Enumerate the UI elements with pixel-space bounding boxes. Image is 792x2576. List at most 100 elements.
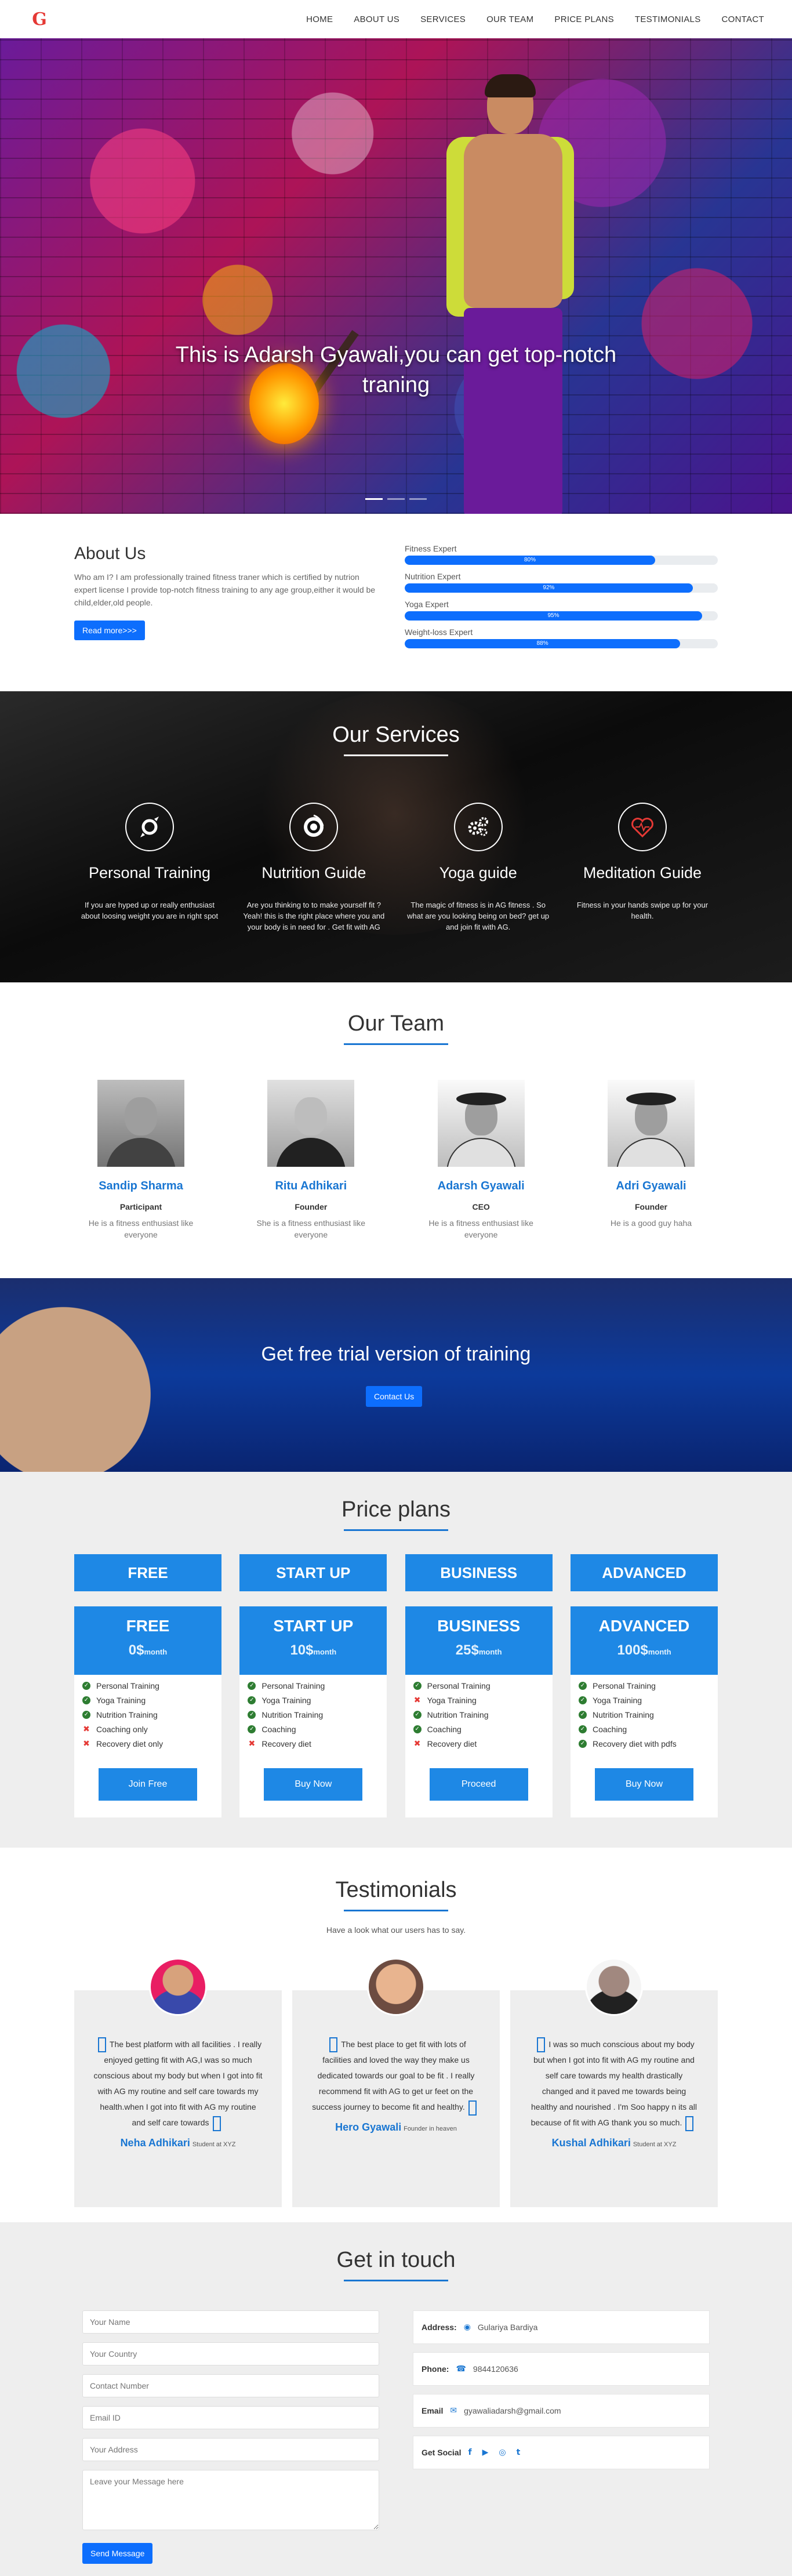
testimonials-section: Testimonials Have a look what our users … [0,1848,792,2222]
nav-link-about[interactable]: ABOUT US [354,14,399,24]
skill-progress-bar: 88% [405,639,718,648]
service-text: The magic of fitness is in AG fitness . … [407,901,550,931]
plan-price: 10$month [290,1642,337,1658]
feature-label: Recovery diet [427,1739,477,1748]
nav-link-contact[interactable]: CONTACT [722,14,764,24]
youtube-icon[interactable]: ▶ [482,2448,489,2457]
check-icon: ✓ [413,1725,422,1733]
price-title: Price plans [341,1497,451,1522]
social-label: Get Social [422,2448,462,2457]
plan-feature: ✓ Yoga Training [248,1693,379,1707]
plan-action-button[interactable]: Buy Now [264,1768,363,1801]
contact-number-input[interactable] [82,2374,379,2397]
plan-title: FREE [126,1617,170,1635]
team-member-card: Ritu Adhikari Founder She is a fitness e… [244,1080,377,1240]
cross-icon: ✖ [413,1739,421,1748]
nav-links: HOME ABOUT US SERVICES OUR TEAM PRICE PL… [306,14,764,24]
plan-feature: ✓ Nutrition Training [578,1707,710,1722]
plan-feature: ✖ Recovery diet only [82,1736,213,1751]
feature-label: Nutrition Training [96,1710,158,1719]
plan-title: START UP [273,1617,354,1635]
plan-action-button[interactable]: Buy Now [594,1768,693,1801]
nav-link-services[interactable]: SERVICES [420,14,466,24]
feature-label: Nutrition Training [592,1710,654,1719]
testimonial-card: The best platform with all facilities . … [74,1958,282,2207]
carousel-dot-2[interactable] [387,498,405,500]
feature-label: Yoga Training [592,1695,642,1705]
member-photo [437,1080,525,1167]
instagram-icon[interactable]: ◎ [499,2448,506,2457]
skill-label: Yoga Expert [405,600,449,609]
skill-label: Nutrition Expert [405,572,461,581]
plan-feature: ✓ Nutrition Training [413,1707,544,1722]
service-card: Nutrition Guide Are you thinking to to m… [238,803,389,933]
plan-tab-startup[interactable]: START UP [239,1554,387,1591]
carousel-dot-3[interactable] [409,498,427,500]
facebook-icon[interactable]: f [468,2448,471,2457]
plan-tab-business[interactable]: BUSINESS [405,1554,553,1591]
personal-training-icon [125,803,174,851]
service-card: Yoga guide The magic of fitness is in AG… [403,803,554,933]
testimonial-avatar [149,1958,207,2016]
name-input[interactable] [82,2310,379,2334]
member-role: CEO [472,1202,490,1211]
testimonial-quote: The best place to get fit with lots of f… [311,2037,481,2116]
testimonial-author: Kushal Adhikari Student at XYZ [551,2136,677,2149]
plan-feature: ✓ Nutrition Training [248,1707,379,1722]
nav-link-home[interactable]: HOME [306,14,333,24]
envelope-icon: ✉ [450,2406,457,2415]
service-card: Personal Training If you are hyped up or… [74,803,225,933]
plan-feature: ✓ Nutrition Training [82,1707,213,1722]
skill-item: Weight-loss Expert 88% [405,627,718,648]
carousel-dot-1[interactable] [365,498,383,500]
nav-link-team[interactable]: OUR TEAM [486,14,533,24]
plan-card: START UP 10$month ✓ Personal Training ✓ Yoga … [239,1606,387,1817]
hero-headline: This is Adarsh Gyawali,you can get top-n… [175,343,617,397]
skill-item: Nutrition Expert 92% [405,572,718,593]
plan-feature: ✓ Personal Training [578,1678,710,1693]
member-name: Adri Gyawali [616,1180,686,1192]
email-input[interactable] [82,2406,379,2429]
send-message-button[interactable]: Send Message [82,2543,153,2564]
phone-label: Phone: [422,2364,449,2374]
phone-value[interactable]: 9844120636 [473,2364,518,2374]
phone-row: Phone: ☎ 9844120636 [413,2352,710,2386]
check-icon: ✓ [248,1710,256,1719]
quote-open-icon [329,2037,338,2053]
carousel-indicators [0,498,792,500]
plan-tab-advanced[interactable]: ADVANCED [570,1554,718,1591]
feature-label: Personal Training [96,1681,159,1690]
plan-feature: ✓ Personal Training [413,1678,544,1693]
testimonial-author: Hero Gyawali Founder in heaven [335,2121,457,2133]
member-description: He is a good guy haha [610,1218,692,1228]
twitter-icon[interactable]: t [517,2448,521,2457]
nav-link-price[interactable]: PRICE PLANS [554,14,614,24]
plan-tab-free[interactable]: FREE [74,1554,221,1591]
plan-feature: ✖ Yoga Training [413,1693,544,1707]
skill-progress-bar: 95% [405,611,718,621]
read-more-button[interactable]: Read more>>> [74,621,145,640]
email-value[interactable]: gyawaliadarsh@gmail.com [464,2406,561,2415]
member-photo [97,1080,184,1167]
message-textarea[interactable] [82,2470,379,2530]
feature-label: Nutrition Training [261,1710,324,1719]
feature-label: Personal Training [261,1681,325,1690]
contact-info: Address: ◉ Gulariya Bardiya Phone: ☎ 984… [413,2310,710,2477]
plan-header: ADVANCED 100$month [570,1606,718,1675]
about-title: About Us [74,544,146,563]
hero-trainer-figure [446,74,574,514]
check-icon: ✓ [248,1696,256,1704]
quote-open-icon [97,2037,106,2053]
skill-item: Yoga Expert 95% [405,600,718,621]
address-input[interactable] [82,2438,379,2461]
country-input[interactable] [82,2342,379,2365]
contact-us-button[interactable]: Contact Us [366,1386,423,1407]
feature-label: Personal Training [592,1681,656,1690]
quote-close-icon [212,2116,221,2131]
plan-action-button[interactable]: Proceed [429,1768,528,1801]
brand-logo[interactable]: G [28,8,51,31]
yoga-gears-icon [453,803,503,851]
heart-icon [617,803,667,851]
plan-action-button[interactable]: Join Free [99,1768,197,1801]
nav-link-testimonials[interactable]: TESTIMONIALS [635,14,701,24]
